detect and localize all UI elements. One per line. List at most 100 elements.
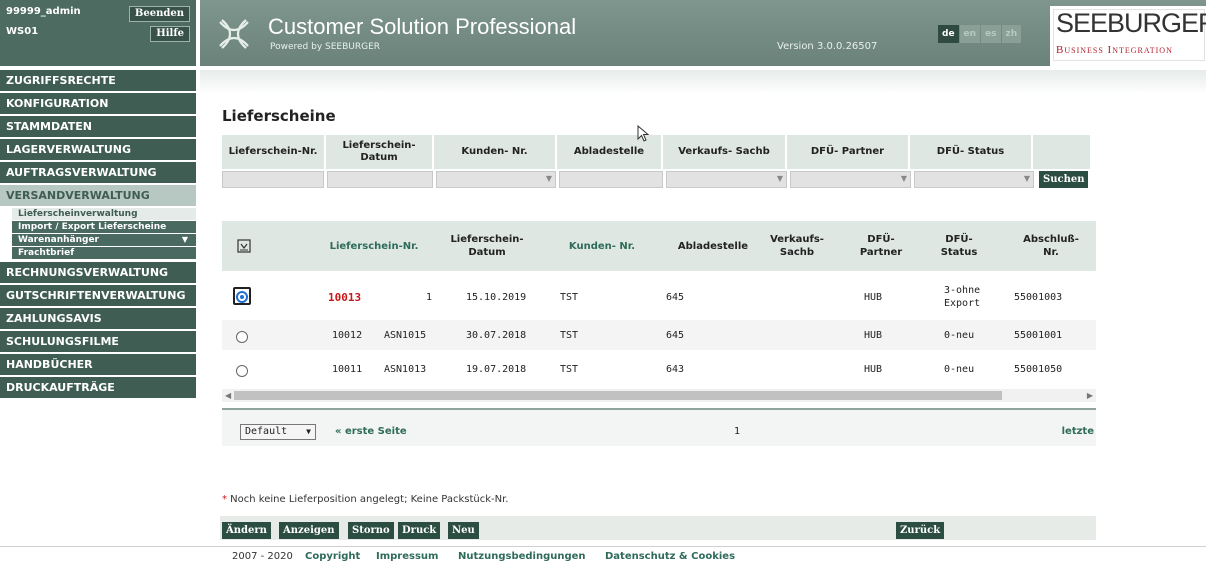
sidebar-item-auftragsverwaltung[interactable]: AUFTRAGSVERWALTUNG bbox=[0, 162, 196, 183]
row-abschluss: 55001003 bbox=[1014, 291, 1063, 303]
chevron-down-icon: ▼ bbox=[776, 174, 783, 183]
row-abladestelle: 645 bbox=[666, 329, 685, 341]
sidebar-item-konfiguration[interactable]: KONFIGURATION bbox=[0, 93, 196, 114]
footer-privacy-link[interactable]: Datenschutz & Cookies bbox=[605, 551, 735, 562]
sidebar-item-zugriffsrechte[interactable]: ZUGRIFFSRECHTE bbox=[0, 70, 196, 91]
filter-partner-select[interactable]: ▼ bbox=[790, 171, 911, 188]
action-bar: Ändern Anzeigen Storno Druck Neu Zurück bbox=[220, 516, 1096, 540]
cancel-button[interactable]: Storno bbox=[348, 522, 394, 539]
col-header-verkauf: Verkaufs- Sachb bbox=[770, 234, 824, 258]
chevron-down-icon: ▼ bbox=[900, 174, 907, 183]
col-header-datum: Lieferschein- Datum bbox=[450, 234, 524, 258]
filter-lieferschein-nr-input[interactable] bbox=[222, 171, 324, 188]
lang-es[interactable]: es bbox=[981, 25, 1001, 43]
filter-abladestelle-input[interactable] bbox=[559, 171, 663, 188]
sidebar-nav: ZUGRIFFSRECHTE KONFIGURATION STAMMDATEN … bbox=[0, 70, 196, 400]
table-row[interactable]: 10013 1 15.10.2019 TST 645 HUB 3-ohne Ex… bbox=[222, 278, 1096, 316]
footer-imprint-link[interactable]: Impressum bbox=[376, 551, 438, 562]
sidebar-item-versandverwaltung[interactable]: VERSANDVERWALTUNG bbox=[0, 185, 196, 206]
row-partner: HUB bbox=[864, 363, 883, 375]
row-abschluss: 55001001 bbox=[1014, 329, 1063, 341]
row-abladestelle: 645 bbox=[666, 291, 685, 303]
sidebar-sub-lieferscheinverwaltung[interactable]: Lieferscheinverwaltung bbox=[12, 208, 196, 220]
user-panel: 99999_admin WS01 Beenden Hilfe bbox=[0, 0, 196, 66]
sidebar-item-handbuecher[interactable]: HANDBÜCHER bbox=[0, 354, 196, 375]
col-header-abschluss: Abschluß- Nr. bbox=[1023, 234, 1079, 258]
sidebar-item-schulungsfilme[interactable]: SCHULUNGSFILME bbox=[0, 331, 196, 352]
col-header-kunden-nr[interactable]: Kunden- Nr. bbox=[560, 221, 644, 271]
sidebar-sub-warenanhaenger[interactable]: Warenanhänger ▼ bbox=[12, 234, 196, 246]
username: 99999_admin bbox=[6, 6, 81, 17]
horizontal-scrollbar[interactable]: ◀ ▶ bbox=[222, 389, 1096, 402]
page-size-select[interactable]: Default ▼ bbox=[240, 424, 316, 440]
row-partner: HUB bbox=[864, 291, 883, 303]
lang-en[interactable]: en bbox=[959, 25, 981, 43]
print-button[interactable]: Druck bbox=[398, 522, 441, 539]
row-status: 0-neu bbox=[944, 329, 975, 341]
sidebar-item-lagerverwaltung[interactable]: LAGERVERWALTUNG bbox=[0, 139, 196, 160]
brand-logo: SEEBURGER Business Integration bbox=[1050, 6, 1206, 66]
sidebar-item-druckauftraege[interactable]: DRUCKAUFTRÄGE bbox=[0, 377, 196, 398]
last-page-link[interactable]: letzte bbox=[1062, 426, 1094, 437]
search-col-header: Lieferschein-Nr. bbox=[222, 135, 324, 169]
footer-copyright-link[interactable]: Copyright bbox=[305, 551, 360, 562]
help-button[interactable]: Hilfe bbox=[150, 26, 190, 42]
scroll-left-icon[interactable]: ◀ bbox=[225, 389, 231, 402]
row-radio[interactable] bbox=[236, 291, 248, 303]
app-header: Customer Solution Professional Powered b… bbox=[200, 0, 1206, 66]
row-position: 1 bbox=[426, 291, 433, 303]
info-note: * Noch keine Lieferposition angelegt; Ke… bbox=[222, 494, 509, 505]
scroll-right-icon[interactable]: ▶ bbox=[1087, 389, 1093, 402]
language-switcher: de en es zh bbox=[938, 25, 1022, 45]
new-button[interactable]: Neu bbox=[448, 522, 479, 539]
row-lieferschein-nr: 10012 bbox=[332, 329, 363, 341]
page-size-value: Default bbox=[245, 426, 288, 437]
filter-verkauf-select[interactable]: ▼ bbox=[666, 171, 787, 188]
table-row[interactable]: 10011 ASN1013 19.07.2018 TST 643 HUB 0-n… bbox=[222, 354, 1096, 384]
row-status: 3-ohne Export bbox=[944, 285, 981, 309]
first-page-link[interactable]: « erste Seite bbox=[335, 426, 407, 437]
result-table-header: Lieferschein-Nr. Lieferschein- Datum Kun… bbox=[222, 221, 1096, 271]
footer-years: 2007 - 2020 bbox=[232, 551, 293, 562]
scroll-thumb[interactable] bbox=[234, 391, 1002, 400]
search-col-header: DFÜ- Status bbox=[910, 135, 1031, 169]
logout-button[interactable]: Beenden bbox=[128, 6, 190, 22]
col-header-lieferschein-nr[interactable]: Lieferschein-Nr. bbox=[318, 221, 430, 271]
app-title: Customer Solution Professional bbox=[268, 14, 577, 39]
sidebar-sub-label: Warenanhänger bbox=[18, 235, 99, 245]
content-top-strip bbox=[200, 70, 1206, 94]
sidebar-sub-import-export[interactable]: Import / Export Lieferscheine bbox=[12, 221, 196, 233]
row-position: ASN1015 bbox=[384, 329, 427, 341]
row-abladestelle: 643 bbox=[666, 363, 685, 375]
sidebar-sub-frachtbrief[interactable]: Frachtbrief bbox=[12, 247, 196, 259]
row-lieferschein-nr: 10013 bbox=[328, 290, 362, 304]
search-col-header: DFÜ- Partner bbox=[787, 135, 908, 169]
filter-datum-input[interactable] bbox=[327, 171, 433, 188]
search-col-header: Verkaufs- Sachb bbox=[663, 135, 785, 169]
filter-status-select[interactable]: ▼ bbox=[914, 171, 1034, 188]
row-kunden-nr: TST bbox=[560, 291, 579, 303]
sidebar-item-rechnungsverwaltung[interactable]: RECHNUNGSVERWALTUNG bbox=[0, 262, 196, 283]
search-col-header: Kunden- Nr. bbox=[434, 135, 555, 169]
sidebar-item-gutschriftenverwaltung[interactable]: GUTSCHRIFTENVERWALTUNG bbox=[0, 285, 196, 306]
row-radio[interactable] bbox=[236, 331, 248, 343]
col-header-abladestelle: Abladestelle bbox=[677, 240, 749, 252]
edit-button[interactable]: Ändern bbox=[222, 522, 271, 539]
lang-de[interactable]: de bbox=[938, 25, 959, 43]
chevron-down-icon: ▼ bbox=[1023, 174, 1030, 183]
filter-kunden-select[interactable]: ▼ bbox=[436, 171, 556, 188]
export-icon[interactable] bbox=[232, 221, 256, 271]
row-status: 0-neu bbox=[944, 363, 975, 375]
sidebar-item-stammdaten[interactable]: STAMMDATEN bbox=[0, 116, 196, 137]
app-subtitle: Powered by SEEBURGER bbox=[270, 42, 381, 52]
footer-terms-link[interactable]: Nutzungsbedingungen bbox=[458, 551, 586, 562]
table-row[interactable]: 10012 ASN1015 30.07.2018 TST 645 HUB 0-n… bbox=[222, 320, 1096, 350]
view-button[interactable]: Anzeigen bbox=[279, 522, 339, 539]
sidebar-item-zahlungsavis[interactable]: ZAHLUNGSAVIS bbox=[0, 308, 196, 329]
back-button[interactable]: Zurück bbox=[896, 522, 945, 539]
row-radio[interactable] bbox=[236, 365, 248, 377]
brand-tagline: Business Integration bbox=[1056, 44, 1173, 56]
search-button[interactable]: Suchen bbox=[1039, 171, 1089, 188]
lang-zh[interactable]: zh bbox=[1001, 25, 1022, 43]
search-col-header-empty bbox=[1033, 135, 1090, 169]
